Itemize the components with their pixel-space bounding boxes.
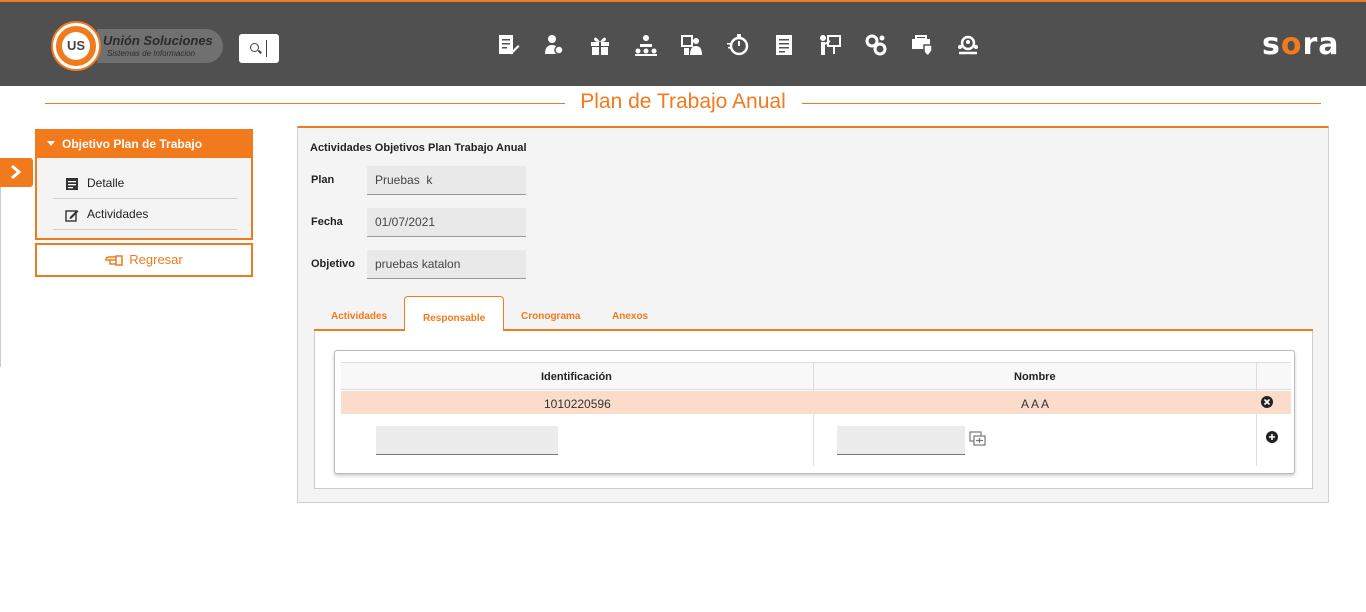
section-title: Actividades Objetivos Plan Trabajo Anual — [310, 142, 527, 154]
truck-shield-icon[interactable] — [909, 32, 935, 58]
user-money-icon[interactable] — [541, 32, 567, 58]
sidebar-header[interactable]: Objetivo Plan de Trabajo — [37, 131, 251, 158]
fecha-label: Fecha — [311, 216, 343, 228]
plan-label: Plan — [311, 174, 335, 186]
objetivo-field[interactable]: pruebas katalon — [367, 250, 526, 279]
logo-title: Unión Soluciones — [103, 33, 213, 48]
brand-suffix: ra — [1302, 27, 1340, 62]
grid-header: Identificación Nombre — [341, 362, 1291, 390]
module-nav — [495, 32, 981, 58]
responsable-grid: Identificación Nombre 1010220596 A A A — [334, 350, 1295, 474]
objetivo-label: Objetivo — [311, 258, 356, 270]
identificacion-input[interactable] — [376, 426, 558, 455]
sidebar-edge — [0, 187, 1, 367]
gift-icon[interactable] — [587, 32, 613, 58]
sidebar-header-label: Objetivo Plan de Trabajo — [62, 137, 203, 151]
lookup-icon[interactable] — [969, 431, 987, 446]
search-button[interactable] — [239, 34, 279, 63]
column-divider — [1256, 362, 1257, 466]
plan-field[interactable]: Pruebas k — [367, 166, 526, 195]
person-chart-icon[interactable] — [679, 32, 705, 58]
chevron-right-icon — [11, 165, 22, 179]
brand-o: o — [1280, 27, 1303, 62]
tab-actividades[interactable]: Actividades — [331, 311, 387, 322]
cell-identificacion: 1010220596 — [544, 397, 611, 411]
table-row[interactable]: 1010220596 A A A — [341, 391, 1291, 414]
search-caret — [266, 40, 267, 57]
hierarchy-icon[interactable] — [633, 32, 659, 58]
column-divider — [813, 362, 814, 466]
document-edit-icon[interactable] — [495, 32, 521, 58]
list-document-icon — [66, 178, 78, 190]
top-bar: US Unión Soluciones Sistemas de Informac… — [0, 0, 1366, 86]
caret-down-icon — [47, 141, 55, 146]
nombre-input[interactable] — [837, 426, 965, 455]
search-people-icon[interactable] — [955, 32, 981, 58]
main-panel: Actividades Objetivos Plan Trabajo Anual… — [297, 126, 1329, 503]
column-header-identificacion[interactable]: Identificación — [541, 371, 612, 383]
tab-anexos[interactable]: Anexos — [612, 311, 648, 322]
presentation-icon[interactable] — [817, 32, 843, 58]
brand-logo: sora — [1262, 30, 1340, 60]
sidebar-toggle-button[interactable] — [0, 158, 33, 187]
sidebar-item-detalle[interactable]: Detalle — [53, 168, 237, 199]
search-icon — [250, 43, 259, 52]
title-rule-right — [802, 103, 1321, 104]
brand-prefix: s — [1262, 27, 1281, 62]
tab-responsable[interactable]: Responsable — [404, 296, 505, 333]
page-title: Plan de Trabajo Anual — [567, 90, 799, 114]
logo-subtitle: Sistemas de Información — [107, 49, 196, 58]
sidebar-item-label: Detalle — [87, 176, 125, 190]
title-rule-left — [45, 103, 565, 104]
cell-nombre: A A A — [1021, 397, 1050, 411]
tab-content-responsable: Identificación Nombre 1010220596 A A A — [314, 331, 1313, 489]
sidebar-menu: Objetivo Plan de Trabajo Detalle Activid… — [35, 129, 253, 240]
gears-icon[interactable] — [863, 32, 889, 58]
sidebar-item-actividades[interactable]: Actividades — [53, 199, 237, 230]
logo-mark: US — [62, 32, 90, 60]
stopwatch-icon[interactable] — [725, 32, 751, 58]
fecha-field[interactable]: 01/07/2021 — [367, 208, 526, 237]
report-icon[interactable] — [771, 32, 797, 58]
tab-bar: Actividades Responsable Cronograma Anexo… — [314, 296, 1313, 333]
logo-emblem: US — [53, 23, 99, 69]
add-row-icon[interactable] — [1266, 431, 1278, 443]
column-header-nombre[interactable]: Nombre — [1014, 371, 1056, 383]
edit-icon — [65, 210, 79, 222]
back-hand-icon — [105, 255, 124, 266]
back-button[interactable]: Regresar — [35, 243, 253, 277]
tab-cronograma[interactable]: Cronograma — [521, 311, 580, 322]
company-logo[interactable]: US Unión Soluciones Sistemas de Informac… — [53, 23, 233, 69]
back-button-label: Regresar — [129, 252, 183, 267]
sidebar-item-label: Actividades — [87, 207, 149, 221]
delete-row-icon[interactable] — [1261, 396, 1273, 408]
